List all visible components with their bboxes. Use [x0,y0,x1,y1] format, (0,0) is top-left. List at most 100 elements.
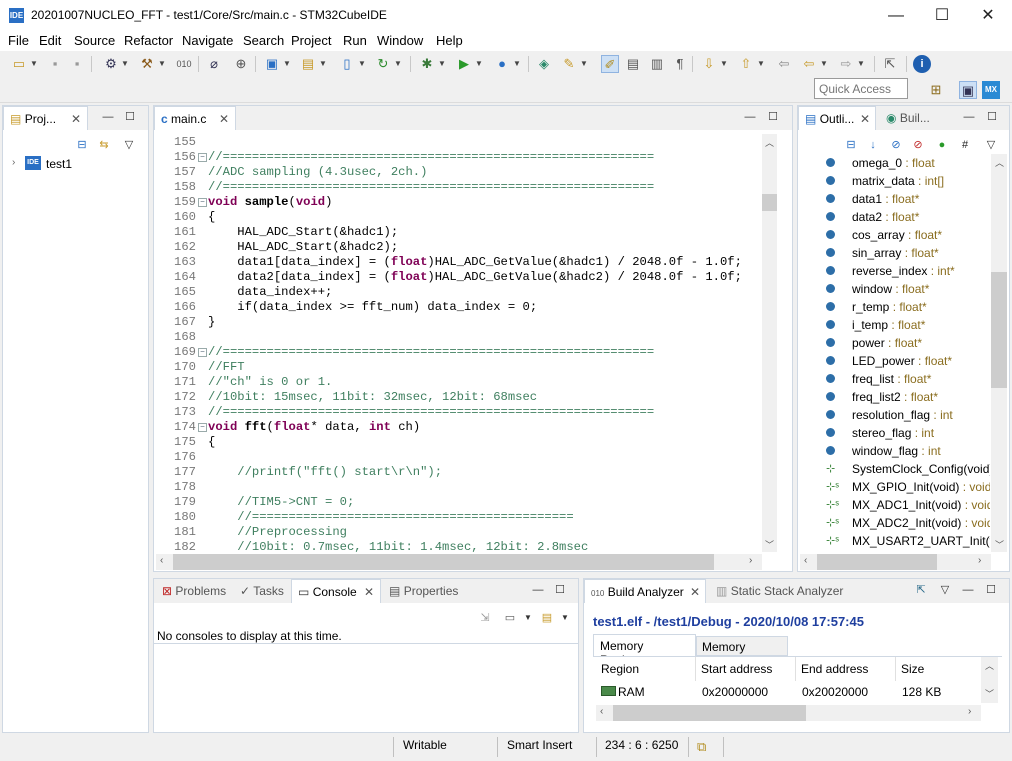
code-line[interactable]: 178 [156,480,756,495]
maximize-view-icon[interactable]: ☐ [123,110,137,124]
outline-item[interactable]: cos_array : float* [826,226,990,244]
scroll-thumb[interactable] [613,705,806,721]
scroll-left-icon[interactable]: ‹ [804,555,807,566]
table-row[interactable]: RAM 0x20000000 0x20020000 128 KB [596,681,981,703]
block-selection-icon[interactable]: ▤ [624,55,642,73]
tab-static-stack-analyzer[interactable]: ▥ Static Stack Analyzer [710,579,849,603]
menu-refactor[interactable]: Refactor [124,33,173,48]
menu-project[interactable]: Project [291,33,331,48]
tab-build-targets[interactable]: ◉ Buil... [880,106,936,130]
close-icon[interactable]: ✕ [690,585,700,599]
code-line[interactable]: 181 //Preprocessing [156,525,756,540]
open-task-icon[interactable]: ◈ [535,55,553,73]
code-line[interactable]: 171 //"ch" is 0 or 1. [156,375,756,390]
tab-tasks[interactable]: ✓ Tasks [234,579,290,603]
scroll-left-icon[interactable]: ‹ [600,706,603,717]
debug-probe-icon[interactable]: ⌀ [205,55,223,73]
save-all-icon[interactable]: ▪ [68,55,86,73]
column-header-size[interactable]: Size [901,662,924,676]
cpp-perspective-icon[interactable]: ▣ [959,81,977,99]
code-line[interactable]: 176 [156,450,756,465]
code-line[interactable]: 158 //===================================… [156,180,756,195]
maximize-view-icon[interactable]: ☐ [553,583,567,597]
outline-horizontal-scrollbar[interactable]: ‹ › [800,554,991,570]
menu-help[interactable]: Help [436,33,463,48]
code-line[interactable]: 182 //10bit: 0.7msec, 11bit: 1.4msec, 12… [156,540,756,552]
maximize-view-icon[interactable]: ☐ [766,110,780,124]
fold-toggle-icon[interactable]: − [198,423,207,432]
outline-item[interactable]: data1 : float* [826,190,990,208]
chevron-down-icon[interactable]: ▼ [121,55,129,73]
maximize-button[interactable]: ☐ [919,0,965,31]
view-menu-icon[interactable]: ▽ [122,138,136,152]
chevron-down-icon[interactable]: ▼ [720,55,728,73]
column-header-region[interactable]: Region [601,662,639,676]
scroll-thumb[interactable] [762,194,777,211]
fold-toggle-icon[interactable]: − [198,198,207,207]
minimize-button[interactable]: — [873,0,919,31]
menu-navigate[interactable]: Navigate [182,33,233,48]
binary-icon[interactable]: 010 [175,55,193,73]
mx-perspective-icon[interactable]: MX [982,81,1000,99]
scroll-thumb[interactable] [991,272,1007,388]
code-line[interactable]: 164 data2[data_index] = (float)HAL_ADC_G… [156,270,756,285]
chevron-down-icon[interactable]: ▼ [30,55,38,73]
tab-project-explorer[interactable]: ▤ Proj... ✕ [3,106,88,130]
info-icon[interactable]: i [913,55,931,73]
hide-nonpublic-icon[interactable]: ● [935,138,949,152]
outline-item[interactable]: stereo_flag : int [826,424,990,442]
close-icon[interactable]: ✕ [364,585,374,599]
show-whitespace-icon[interactable]: ¶ [671,55,689,73]
chevron-down-icon[interactable]: ▼ [820,55,828,73]
outline-item[interactable]: omega_0 : float [826,154,990,172]
chevron-down-icon[interactable]: ▼ [358,55,366,73]
column-header-start[interactable]: Start address [701,662,772,676]
open-in-view-icon[interactable]: ⇱ [914,583,928,597]
code-line[interactable]: 156−//==================================… [156,150,756,165]
code-line[interactable]: 179 //TIM5->CNT = 0; [156,495,756,510]
tab-build-analyzer[interactable]: 010 Build Analyzer ✕ [584,579,706,603]
build-hammer-icon[interactable]: ⚒ [138,55,156,73]
scroll-down-icon[interactable]: ﹀ [765,538,774,551]
tab-properties[interactable]: ▤ Properties [383,579,464,603]
save-icon[interactable]: ▪ [46,55,64,73]
new-c-project-icon[interactable]: ▣ [263,55,281,73]
debug-bug-icon[interactable]: ✱ [418,55,436,73]
open-perspective-icon[interactable]: ⊞ [927,81,945,99]
outline-item[interactable]: window : float* [826,280,990,298]
code-editor[interactable]: 155 156−//===============================… [156,134,762,552]
chevron-down-icon[interactable]: ▼ [513,55,521,73]
outline-item[interactable]: ⊹ˢ MX_ADC1_Init(void) : void [826,496,990,514]
chevron-down-icon[interactable]: ▼ [757,55,765,73]
chevron-down-icon[interactable]: ▼ [319,55,327,73]
code-line[interactable]: 166 if(data_index >= fft_num) data_index… [156,300,756,315]
chevron-down-icon[interactable]: ▼ [558,611,572,625]
close-icon[interactable]: ✕ [71,112,81,126]
code-line[interactable]: 172 //10bit: 15msec, 11bit: 32msec, 12bit… [156,390,756,405]
outline-item[interactable]: LED_power : float* [826,352,990,370]
maximize-view-icon[interactable]: ☐ [984,583,998,597]
outline-item[interactable]: freq_list2 : float* [826,388,990,406]
last-edit-icon[interactable]: ⇦ [775,55,793,73]
pin-editor-icon[interactable]: ⇱ [881,55,899,73]
outline-item[interactable]: ⊹ˢ MX_GPIO_Init(void) : void [826,478,990,496]
fold-toggle-icon[interactable]: − [198,348,207,357]
scroll-right-icon[interactable]: › [978,555,981,566]
code-line[interactable]: 155 [156,135,756,150]
code-line[interactable]: 175 { [156,435,756,450]
fold-toggle-icon[interactable]: − [198,153,207,162]
tab-problems[interactable]: ⊠ Problems [156,579,232,603]
close-icon[interactable]: ✕ [860,112,870,126]
tab-outline[interactable]: ▤ Outli... ✕ [798,106,876,130]
outline-vertical-scrollbar[interactable]: ︿ ﹀ [991,154,1007,552]
table-horizontal-scrollbar[interactable]: ‹ › [596,705,981,721]
forward-icon[interactable]: ⇨ [837,55,855,73]
scroll-down-icon[interactable]: ﹀ [995,538,1004,551]
scroll-up-icon[interactable]: ︿ [985,659,994,672]
code-line[interactable]: 167} [156,315,756,330]
word-wrap-icon[interactable]: ▥ [648,55,666,73]
display-console-icon[interactable]: ▭ [503,611,517,625]
outline-item[interactable]: data2 : float* [826,208,990,226]
close-icon[interactable]: ✕ [219,112,229,126]
chevron-down-icon[interactable]: ▼ [158,55,166,73]
